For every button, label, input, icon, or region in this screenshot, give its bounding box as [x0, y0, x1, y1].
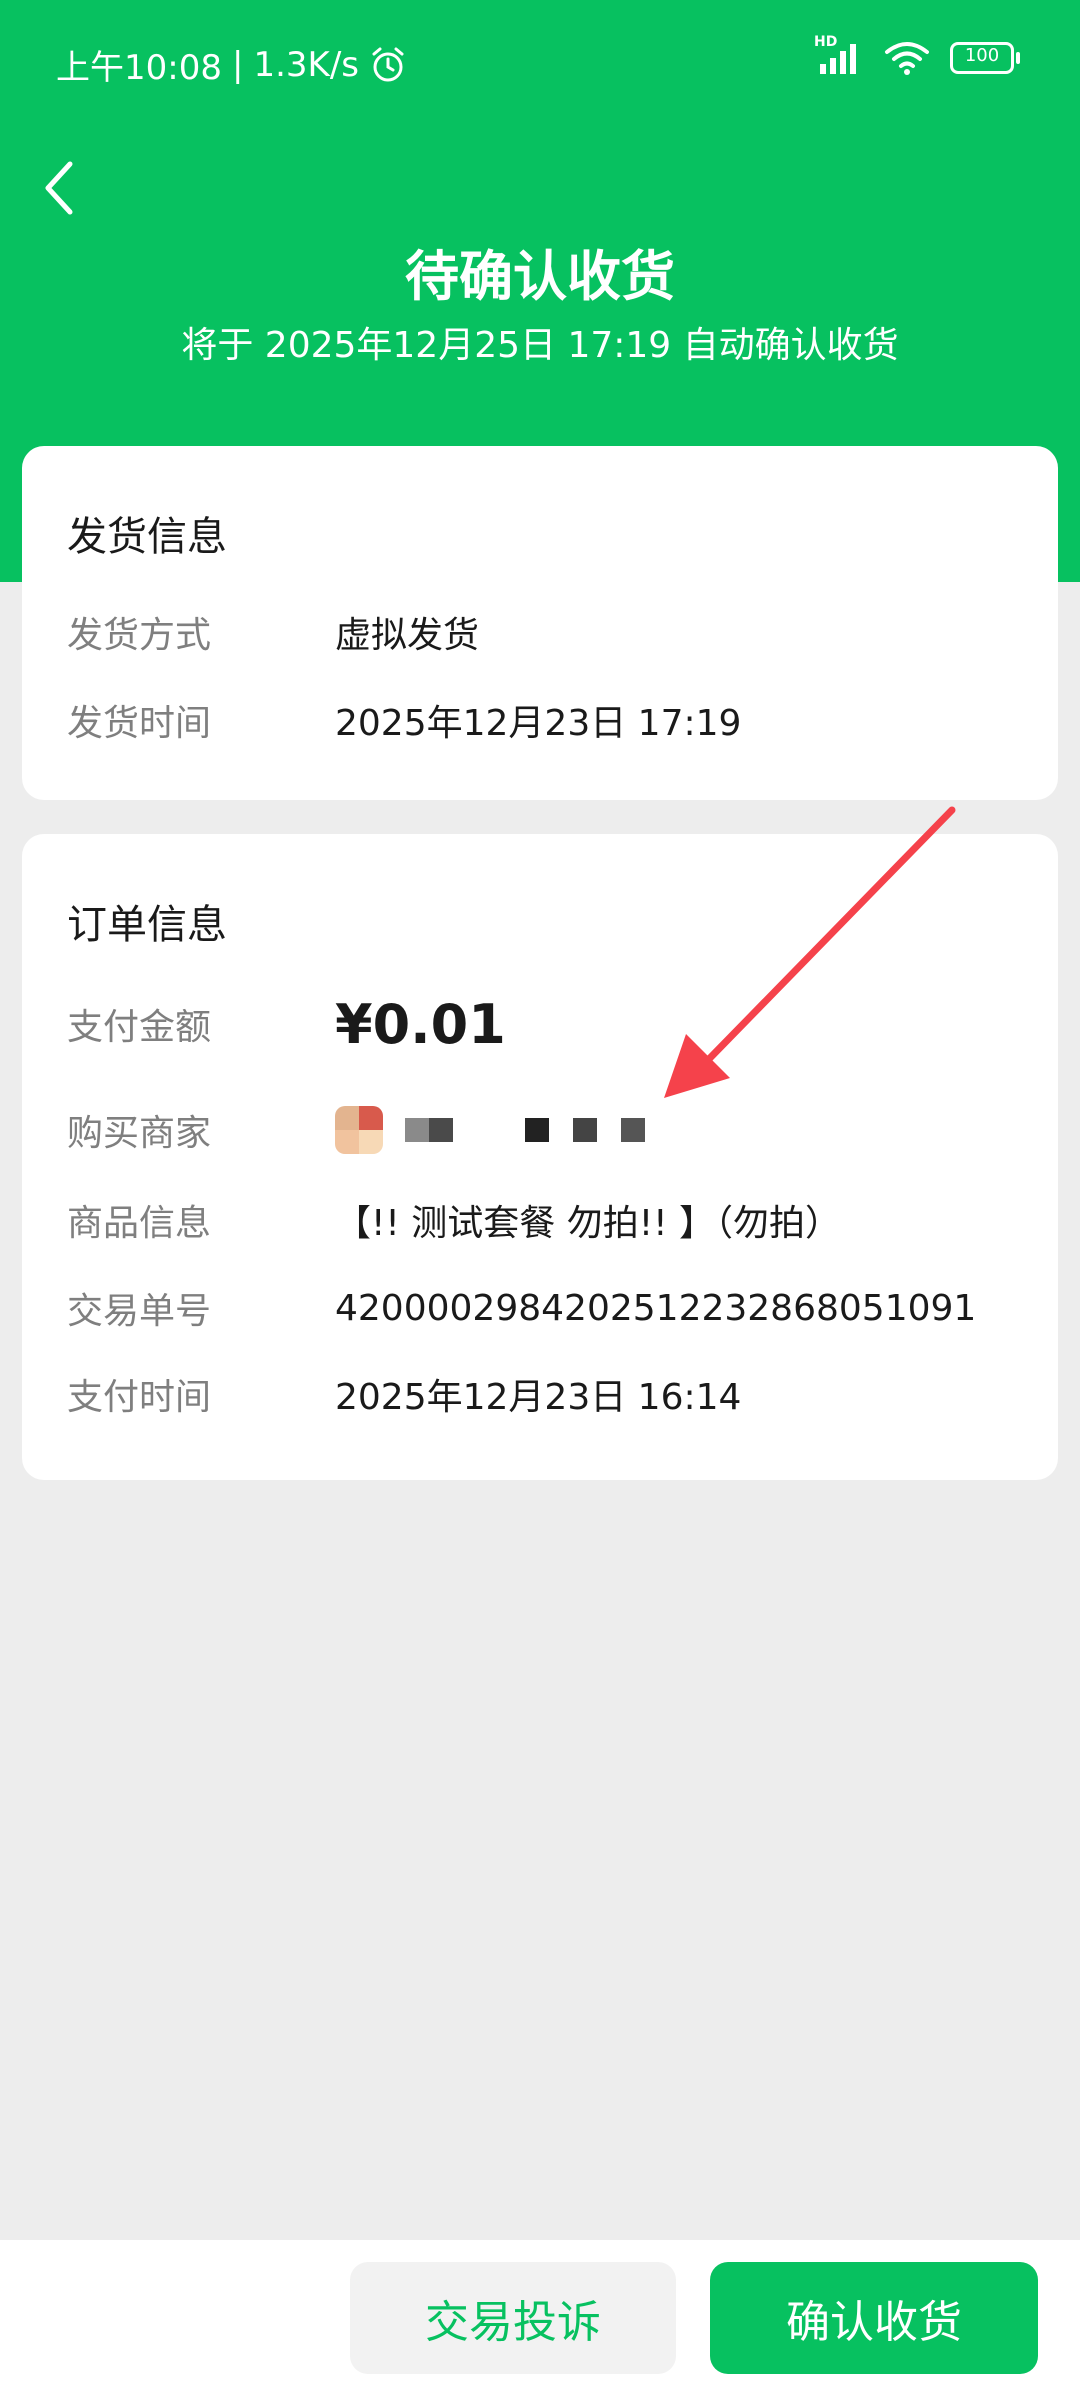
shipping-info-card: 发货信息 发货方式 虚拟发货 发货时间 2025年12月23日 17:19 — [22, 446, 1058, 800]
alarm-icon — [372, 47, 404, 81]
signal-icon: HD — [814, 34, 864, 76]
merchant-row: 购买商家 — [67, 1100, 1027, 1160]
status-bar: 上午10:08 | 1.3K/s HD 100 — [0, 0, 1080, 120]
merchant-label: 购买商家 — [67, 1113, 212, 1154]
product-row: 商品信息 【!! 测试套餐 勿拍!! 】（勿拍） — [67, 1190, 1027, 1250]
shipping-time-label: 发货时间 — [67, 703, 212, 744]
pay-time-value: 2025年12月23日 16:14 — [335, 1377, 742, 1418]
shipping-card-title: 发货信息 — [67, 514, 227, 560]
shipping-method-value: 虚拟发货 — [335, 615, 480, 656]
amount-value: ¥0.01 — [335, 992, 506, 1056]
confirm-receipt-button[interactable]: 确认收货 — [710, 2262, 1038, 2374]
page-title: 待确认收货 — [405, 245, 675, 308]
battery-level: 100 — [964, 45, 1000, 66]
merchant-avatar — [335, 1106, 383, 1154]
product-label: 商品信息 — [67, 1203, 212, 1244]
bottom-action-bar: 交易投诉 确认收货 — [0, 2240, 1080, 2400]
transaction-number: 4200002984202512232868051091 — [335, 1287, 977, 1329]
auto-confirm-note: 将于 2025年12月25日 17:19 自动确认收货 — [181, 325, 899, 366]
chevron-left-icon — [45, 161, 73, 215]
pay-time-row: 支付时间 2025年12月23日 16:14 — [67, 1364, 1027, 1424]
order-card-title: 订单信息 — [67, 902, 227, 948]
shipping-method-row: 发货方式 虚拟发货 — [67, 602, 1027, 662]
order-info-card: 订单信息 支付金额 ¥0.01 购买商家 商品信息 【!! 测试套餐 勿拍!! … — [22, 834, 1058, 1480]
transaction-row: 交易单号 4200002984202512232868051091 — [67, 1278, 1027, 1338]
battery-icon: 100 — [950, 42, 1020, 74]
status-divider: | — [231, 44, 244, 85]
wifi-icon — [885, 42, 929, 75]
complain-button[interactable]: 交易投诉 — [350, 2262, 676, 2374]
product-value: 【!! 测试套餐 勿拍!! 】（勿拍） — [335, 1203, 842, 1244]
amount-label: 支付金额 — [67, 1007, 212, 1048]
transaction-label: 交易单号 — [67, 1291, 212, 1332]
status-time: 上午10:08 — [56, 48, 222, 88]
shipping-time-value: 2025年12月23日 17:19 — [335, 703, 742, 744]
shipping-time-row: 发货时间 2025年12月23日 17:19 — [67, 690, 1027, 750]
back-button[interactable] — [40, 158, 90, 218]
amount-row: 支付金额 ¥0.01 — [67, 984, 1027, 1064]
status-speed: 1.3K/s — [253, 44, 359, 85]
merchant-redacted[interactable] — [335, 1106, 645, 1154]
shipping-method-label: 发货方式 — [67, 615, 212, 656]
pay-time-label: 支付时间 — [67, 1377, 212, 1418]
